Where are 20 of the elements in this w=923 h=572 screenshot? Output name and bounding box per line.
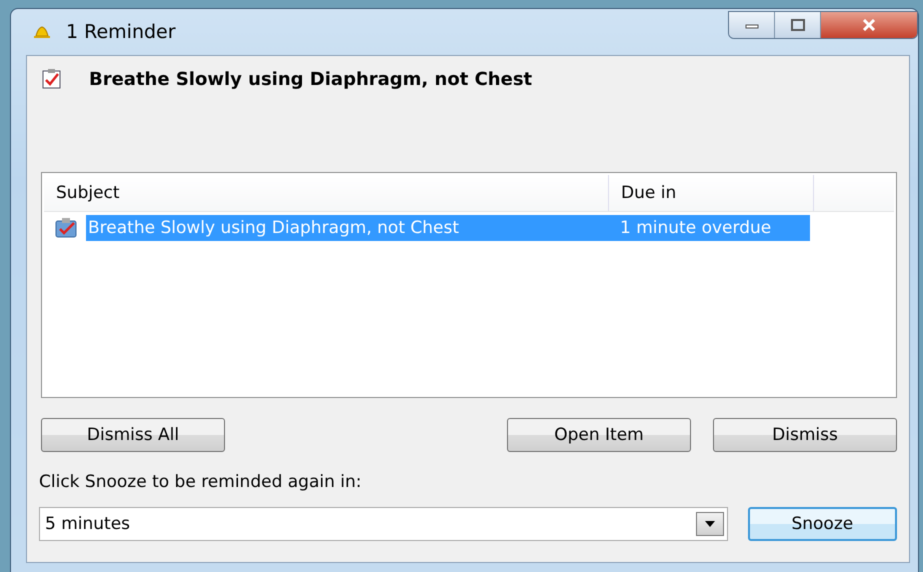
snooze-dropdown[interactable]: 5 minutes bbox=[39, 507, 728, 541]
reminder-subject: Breathe Slowly using Diaphragm, not Chest bbox=[89, 68, 532, 90]
window-title: 1 Reminder bbox=[66, 21, 176, 43]
dismiss-all-button[interactable]: Dismiss All bbox=[41, 418, 225, 452]
open-item-button[interactable]: Open Item bbox=[507, 418, 691, 452]
close-icon bbox=[861, 19, 877, 31]
bell-icon bbox=[32, 24, 52, 40]
due-cell-text: 1 minute overdue bbox=[620, 218, 772, 238]
maximize-button[interactable] bbox=[775, 12, 821, 38]
task-icon bbox=[41, 68, 63, 90]
dropdown-arrow-icon bbox=[704, 521, 715, 527]
subject-cell-text: Breathe Slowly using Diaphragm, not Chest bbox=[87, 218, 460, 238]
column-header[interactable]: Due in bbox=[609, 175, 814, 211]
close-button[interactable] bbox=[821, 12, 917, 38]
column-header[interactable]: Subject bbox=[44, 175, 609, 211]
snooze-button[interactable]: Snooze bbox=[748, 507, 897, 541]
snooze-label: Click Snooze to be reminded again in: bbox=[39, 472, 363, 492]
dismiss-button[interactable]: Dismiss bbox=[713, 418, 897, 452]
maximize-icon bbox=[790, 19, 804, 31]
minimize-button[interactable] bbox=[729, 12, 775, 38]
